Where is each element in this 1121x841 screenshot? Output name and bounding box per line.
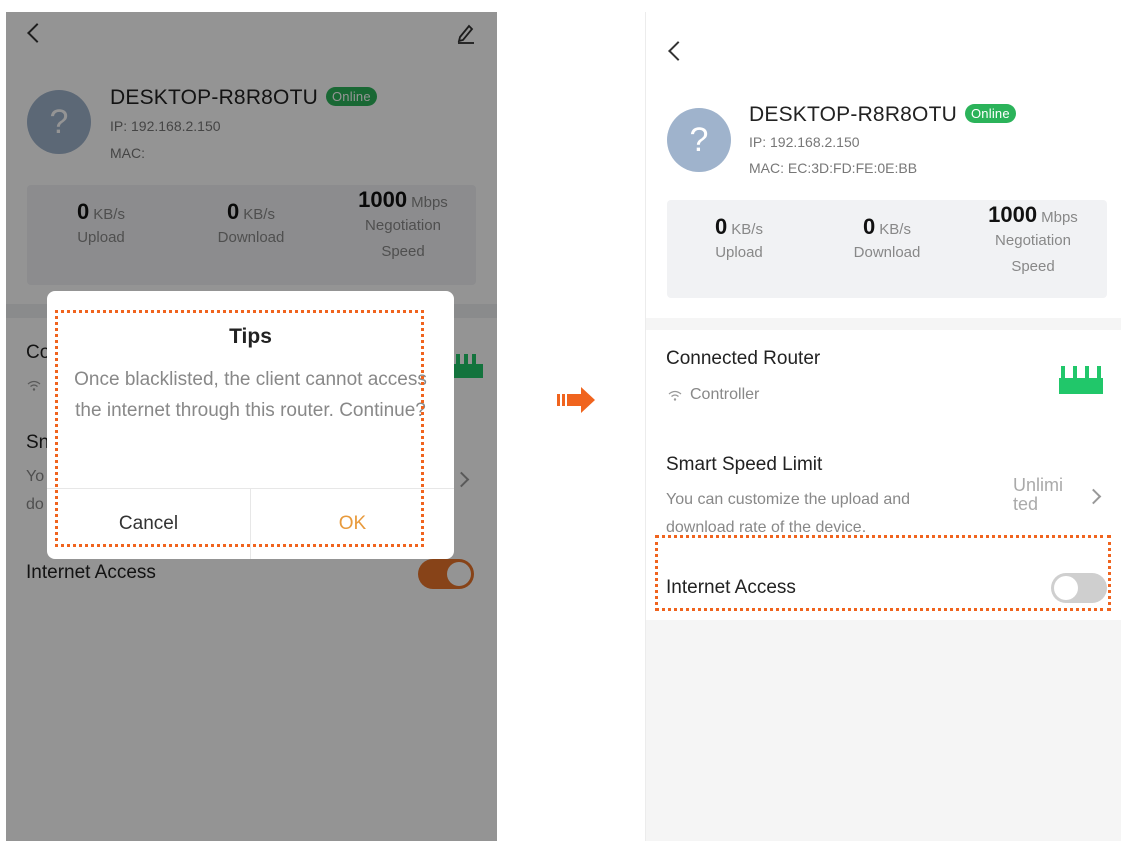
traffic-stats: 0 KB/s Upload 0 KB/s Download 1000 Mbps Neg…	[667, 200, 1107, 298]
upload-stat: 0 KB/s Upload	[669, 214, 809, 266]
device-header: ? DESKTOP-R8R8OTU Online IP: 192.168.2.15…	[646, 12, 1121, 318]
smart-speed-sub-2: download rate of the device.	[666, 519, 867, 536]
chevron-right-icon[interactable]	[1085, 488, 1102, 505]
dialog-buttons: Cancel OK	[47, 488, 454, 559]
right-screen: ? DESKTOP-R8R8OTU Online IP: 192.168.2.15…	[645, 12, 1121, 841]
left-screen: ? DESKTOP-R8R8OTU Online IP: 192.168.2.15…	[6, 12, 497, 841]
speed-limit-value-1: Unlimi	[1013, 475, 1064, 495]
mac-address: MAC: EC:3D:FD:FE:0E:BB	[749, 160, 918, 176]
speed-value: 1000	[988, 202, 1038, 227]
wifi-icon	[668, 390, 682, 401]
internet-access-label: Internet Access	[666, 577, 796, 598]
speed-label-2: Speed	[1011, 258, 1055, 275]
dialog-message: Once blacklisted, the client cannot acce…	[74, 369, 427, 421]
upload-unit: KB/s	[731, 221, 763, 238]
download-value: 0	[863, 214, 876, 239]
dialog-title: Tips	[229, 325, 272, 348]
smart-speed-title: Smart Speed Limit	[666, 454, 823, 475]
download-stat: 0 KB/s Download	[817, 214, 957, 266]
device-name-row: DESKTOP-R8R8OTU Online	[749, 103, 1016, 127]
connected-router-sub: Controller	[690, 386, 760, 403]
tips-dialog: Tips Once blacklisted, the client cannot…	[47, 291, 454, 559]
ok-button[interactable]: OK	[251, 489, 454, 559]
upload-label: Upload	[715, 244, 763, 261]
avatar-question-icon: ?	[667, 108, 731, 172]
ip-address: IP: 192.168.2.150	[749, 134, 860, 150]
connected-router-title: Connected Router	[666, 348, 821, 369]
settings-section: Connected Router Controller Smart Speed …	[646, 330, 1121, 620]
router-icon	[1059, 366, 1103, 394]
speed-stat: 1000 Mbps Negotiation Speed	[963, 202, 1103, 280]
smart-speed-sub-1: You can customize the upload and	[666, 491, 911, 508]
back-icon[interactable]	[668, 41, 688, 61]
speed-unit: Mbps	[1041, 209, 1078, 226]
upload-value: 0	[715, 214, 728, 239]
download-unit: KB/s	[879, 221, 911, 238]
speed-label-1: Negotiation	[995, 232, 1071, 249]
speed-limit-value-2: ted	[1013, 494, 1039, 514]
toggle-knob	[1054, 576, 1078, 600]
device-name: DESKTOP-R8R8OTU	[749, 103, 957, 126]
cancel-button[interactable]: Cancel	[47, 489, 251, 559]
speed-limit-value: Unlimi ted	[1013, 476, 1077, 514]
arrow-right-icon	[557, 387, 595, 413]
internet-access-toggle[interactable]	[1051, 573, 1107, 603]
download-label: Download	[853, 244, 921, 261]
status-badge: Online	[965, 104, 1016, 123]
